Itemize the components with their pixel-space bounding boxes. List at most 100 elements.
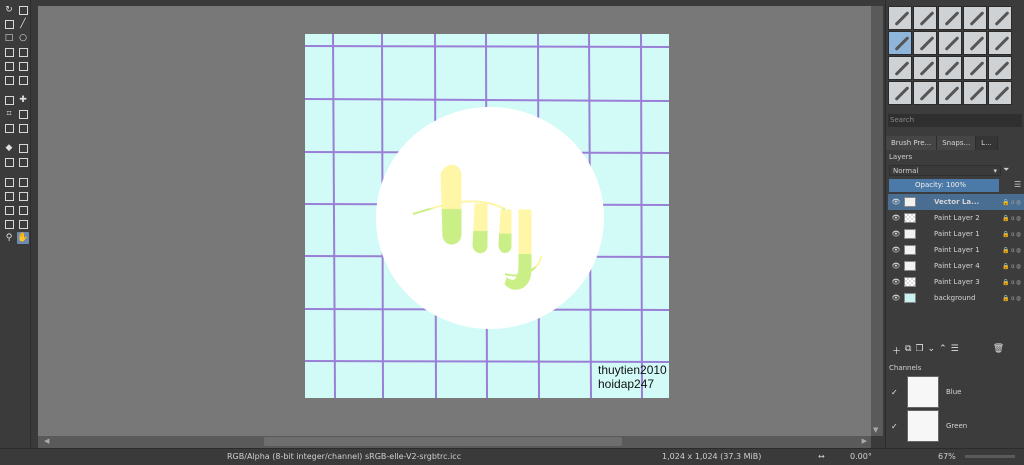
visibility-eye-icon[interactable]: 👁 xyxy=(891,214,901,222)
horizontal-scrollbar-thumb[interactable] xyxy=(264,437,622,446)
scroll-down-icon[interactable]: ▼ xyxy=(873,426,878,434)
brush-preset-tile[interactable] xyxy=(963,81,987,105)
lock-icon[interactable]: 🔒 xyxy=(1002,199,1010,206)
crop-transform-icon[interactable] xyxy=(3,94,15,106)
similar-select-icon[interactable] xyxy=(17,204,29,216)
dynamic-brush-icon[interactable] xyxy=(3,74,15,86)
polygon-select-icon[interactable] xyxy=(3,190,15,202)
brush-preset-tile[interactable] xyxy=(888,31,912,55)
lock-icon[interactable]: 🔒 xyxy=(1002,215,1010,222)
brush-preset-tile[interactable] xyxy=(913,56,937,80)
layer-row[interactable]: 👁 background 🔒α◍ xyxy=(888,290,1024,306)
layer-flags[interactable]: 🔒α◍ xyxy=(1002,231,1022,238)
move-icon[interactable]: ✚ xyxy=(17,94,29,106)
bezier-icon[interactable] xyxy=(3,60,15,72)
layer-row[interactable]: 👁 Paint Layer 2 🔒α◍ xyxy=(888,210,1024,226)
layer-flags[interactable]: 🔒α◍ xyxy=(1002,215,1022,222)
contiguous-select-icon[interactable] xyxy=(3,204,15,216)
line-icon[interactable]: ╱ xyxy=(17,18,29,30)
layer-flags[interactable]: 🔒α◍ xyxy=(1002,295,1022,302)
freehand-path-icon[interactable] xyxy=(17,60,29,72)
delete-layer-icon[interactable]: 🗑 xyxy=(993,344,1004,356)
brush-preset-tile[interactable] xyxy=(913,81,937,105)
inherit-alpha-icon[interactable]: ◍ xyxy=(1016,279,1022,286)
calligraphy-icon[interactable] xyxy=(17,4,29,16)
document-canvas[interactable]: thuytien2010 hoidap247 xyxy=(305,34,669,398)
brush-icon[interactable] xyxy=(3,18,15,30)
brush-preset-tile[interactable] xyxy=(963,56,987,80)
add-layer-icon[interactable]: ＋ xyxy=(892,344,901,357)
inherit-alpha-icon[interactable]: ◍ xyxy=(1016,215,1022,222)
brush-preset-tile[interactable] xyxy=(938,56,962,80)
layer-row[interactable]: 👁 Vector La... 🔒α◍ xyxy=(888,194,1024,210)
zoom-label[interactable]: 67% xyxy=(938,452,956,461)
ellipse-select-icon[interactable] xyxy=(17,176,29,188)
checkmark-icon[interactable]: ✓ xyxy=(891,388,901,397)
layer-row[interactable]: 👁 Paint Layer 1 🔒α◍ xyxy=(888,226,1024,242)
canvas-area[interactable]: thuytien2010 hoidap247 xyxy=(38,6,871,436)
brush-preset-tile[interactable] xyxy=(938,31,962,55)
crop-icon[interactable]: ⌗ xyxy=(3,108,15,120)
zoom-slider[interactable] xyxy=(965,455,1015,458)
lock-icon[interactable]: 🔒 xyxy=(1002,231,1010,238)
move-down-icon[interactable]: ⌄ xyxy=(928,344,936,356)
brush-preset-tile[interactable] xyxy=(938,81,962,105)
visibility-eye-icon[interactable]: 👁 xyxy=(891,278,901,286)
layer-row[interactable]: 👁 Paint Layer 3 🔒α◍ xyxy=(888,274,1024,290)
layer-flags[interactable]: 🔒α◍ xyxy=(1002,263,1022,270)
multibrush-icon[interactable] xyxy=(17,74,29,86)
checkmark-icon[interactable]: ✓ xyxy=(891,422,901,431)
copy-icon[interactable]: ❐ xyxy=(915,344,923,356)
inherit-alpha-icon[interactable]: ◍ xyxy=(1016,231,1022,238)
fill-icon[interactable]: ◆ xyxy=(3,142,15,154)
visibility-eye-icon[interactable]: 👁 xyxy=(891,230,901,238)
tab-layers[interactable]: L... xyxy=(976,136,998,150)
brush-preset-tile[interactable] xyxy=(913,31,937,55)
lock-icon[interactable]: 🔒 xyxy=(1002,279,1010,286)
scroll-left-icon[interactable]: ◀ xyxy=(44,437,49,445)
brush-preset-tile[interactable] xyxy=(988,6,1012,30)
layer-flags[interactable]: 🔒α◍ xyxy=(1002,247,1022,254)
rectangle-icon[interactable]: □ xyxy=(3,32,15,44)
visibility-eye-icon[interactable]: 👁 xyxy=(891,294,901,302)
brush-preset-tile[interactable] xyxy=(913,6,937,30)
inherit-alpha-icon[interactable]: ◍ xyxy=(1016,295,1022,302)
brush-preset-tile[interactable] xyxy=(988,81,1012,105)
visibility-eye-icon[interactable]: 👁 xyxy=(891,246,901,254)
smart-patch-icon[interactable] xyxy=(17,122,29,134)
brush-preset-tile[interactable] xyxy=(963,31,987,55)
layer-row[interactable]: 👁 Paint Layer 4 🔒α◍ xyxy=(888,258,1024,274)
rect-select-icon[interactable] xyxy=(3,176,15,188)
filter-icon[interactable]: ⏷ xyxy=(1003,165,1009,175)
brush-preset-tile[interactable] xyxy=(938,6,962,30)
brush-preset-tile[interactable] xyxy=(963,6,987,30)
layer-properties-icon[interactable]: ☰ xyxy=(1014,180,1021,189)
inherit-alpha-icon[interactable]: ◍ xyxy=(1016,263,1022,270)
visibility-eye-icon[interactable]: 👁 xyxy=(891,198,901,206)
polygon-icon[interactable] xyxy=(3,46,15,58)
assistant-icon[interactable] xyxy=(3,156,15,168)
inherit-alpha-icon[interactable]: ◍ xyxy=(1016,199,1022,206)
layer-flags[interactable]: 🔒α◍ xyxy=(1002,279,1022,286)
horizontal-scrollbar[interactable]: ◀ ▶ xyxy=(38,436,871,448)
lock-icon[interactable]: 🔒 xyxy=(1002,247,1010,254)
scroll-right-icon[interactable]: ▶ xyxy=(862,437,867,445)
gradient-icon[interactable] xyxy=(17,108,29,120)
brush-preset-tile[interactable] xyxy=(988,56,1012,80)
transform-icon[interactable]: ↻ xyxy=(3,4,15,16)
measure-icon[interactable] xyxy=(17,142,29,154)
bezier-select-icon[interactable] xyxy=(3,218,15,230)
rotation-label[interactable]: 0.00° xyxy=(850,452,872,461)
pan-icon[interactable]: ✋ xyxy=(17,232,29,244)
blend-mode-select[interactable]: Normal ▾ xyxy=(889,165,1001,176)
move-up-icon[interactable]: ⌃ xyxy=(939,344,947,356)
brush-search-input[interactable]: Search xyxy=(888,114,1022,127)
layer-row[interactable]: 👁 Paint Layer 1 🔒α◍ xyxy=(888,242,1024,258)
ellipse-icon[interactable]: ○ xyxy=(17,32,29,44)
brush-preset-tile[interactable] xyxy=(888,6,912,30)
polyline-icon[interactable] xyxy=(17,46,29,58)
zoom-icon[interactable]: ⚲ xyxy=(3,232,15,244)
color-picker-icon[interactable] xyxy=(3,122,15,134)
layer-menu-icon[interactable]: ☰ xyxy=(951,344,959,356)
rotate-icon[interactable]: ↔ xyxy=(818,452,825,461)
